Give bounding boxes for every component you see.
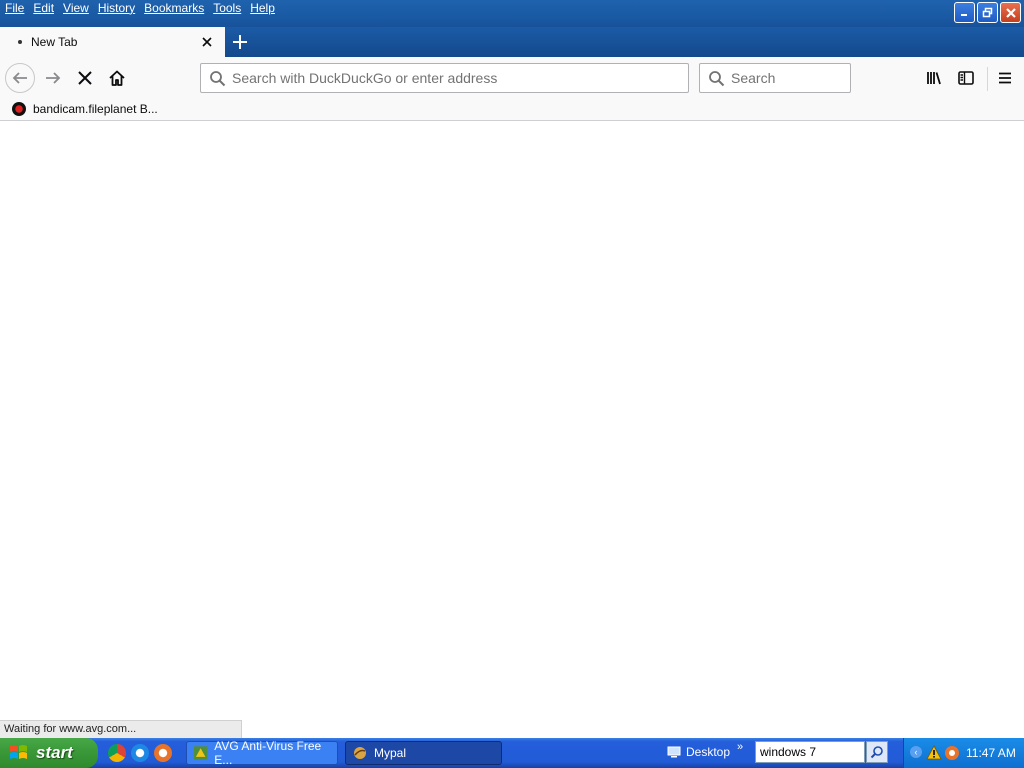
address-input[interactable] [232,70,672,86]
close-icon [1005,7,1016,18]
task-label: Mypal [374,746,407,760]
bookmark-label: bandicam.fileplanet B... [33,102,158,116]
tab-new-tab[interactable]: New Tab [0,27,225,57]
mypal-quicklaunch-icon[interactable] [154,744,172,762]
magnifier-icon [870,746,883,759]
minimize-icon [961,14,967,16]
windows-logo-icon [10,745,27,759]
search-bar[interactable] [699,63,851,93]
title-bar: File Edit View History Bookmarks Tools H… [0,0,1024,27]
system-tray: ‹ 11:47 AM [903,738,1024,768]
new-tab-icon[interactable] [230,32,250,52]
taskbar-search-button[interactable] [866,741,888,763]
restore-button[interactable] [977,2,998,23]
menu-help[interactable]: Help [245,0,279,17]
menu-bar: File Edit View History Bookmarks Tools H… [0,0,279,17]
window-controls [954,2,1021,23]
toolbar-separator [987,67,988,91]
bookmark-item[interactable]: bandicam.fileplanet B... [12,102,158,116]
menu-button[interactable] [990,63,1020,93]
forward-arrow-icon [46,72,61,84]
library-button[interactable] [919,63,949,93]
menu-view[interactable]: View [58,0,93,17]
page-content[interactable] [0,121,1024,738]
menu-history[interactable]: History [93,0,139,17]
status-panel: Waiting for www.avg.com... [0,720,242,738]
start-button[interactable]: start [0,738,98,768]
desktop-label: Desktop [686,745,731,759]
home-button[interactable] [102,63,132,93]
sidebar-icon [958,71,974,85]
address-bar[interactable] [200,63,689,93]
tab-close-icon[interactable] [199,34,215,50]
back-button[interactable] [5,63,35,93]
navigation-toolbar [0,57,1024,100]
start-label: start [36,743,73,762]
menu-file[interactable]: File [0,0,28,17]
menu-bookmarks[interactable]: Bookmarks [139,0,208,17]
taskbar-search-field[interactable]: windows 7 [755,741,865,763]
forward-button[interactable] [38,63,68,93]
mypal-tray-icon[interactable] [944,745,960,761]
home-icon [109,70,125,86]
chrome-icon[interactable] [108,744,126,762]
search-icon [709,71,725,87]
task-label: AVG Anti-Virus Free E... [214,739,322,767]
menu-edit[interactable]: Edit [28,0,58,17]
menu-tools[interactable]: Tools [208,0,245,17]
show-hidden-icons-icon[interactable]: ‹ [910,746,922,758]
bandicam-favicon-icon [12,102,26,116]
minimize-button[interactable] [954,2,975,23]
taskbar-task-avg[interactable]: AVG Anti-Virus Free E... [186,739,338,767]
internet-explorer-icon[interactable] [131,744,149,762]
clock: 11:47 AM [966,746,1016,760]
tab-title: New Tab [31,35,78,49]
bookmarks-toolbar: bandicam.fileplanet B... [0,100,1024,121]
taskbar-task-mypal[interactable]: Mypal [345,741,502,765]
loading-indicator-icon [18,40,22,44]
desktop-toolbar[interactable]: Desktop [667,745,730,759]
quick-launch [108,744,172,762]
sidebar-button[interactable] [951,63,981,93]
hamburger-menu-icon [999,72,1011,84]
toolbar-chevron-icon[interactable]: » [737,741,743,753]
search-icon [210,71,226,87]
avg-icon [193,746,208,760]
back-arrow-icon [12,72,27,84]
stop-icon [78,71,92,85]
taskbar: start AVG Anti-Virus Free E... Mypal Des… [0,738,1024,768]
desktop-icon [667,746,681,758]
warning-icon[interactable] [926,745,942,761]
restore-icon [982,7,993,18]
library-icon [927,72,941,85]
close-window-button[interactable] [1000,2,1021,23]
search-input[interactable] [731,70,841,86]
tab-strip: New Tab [0,27,1024,57]
mypal-icon [354,747,366,759]
stop-button[interactable] [70,63,100,93]
